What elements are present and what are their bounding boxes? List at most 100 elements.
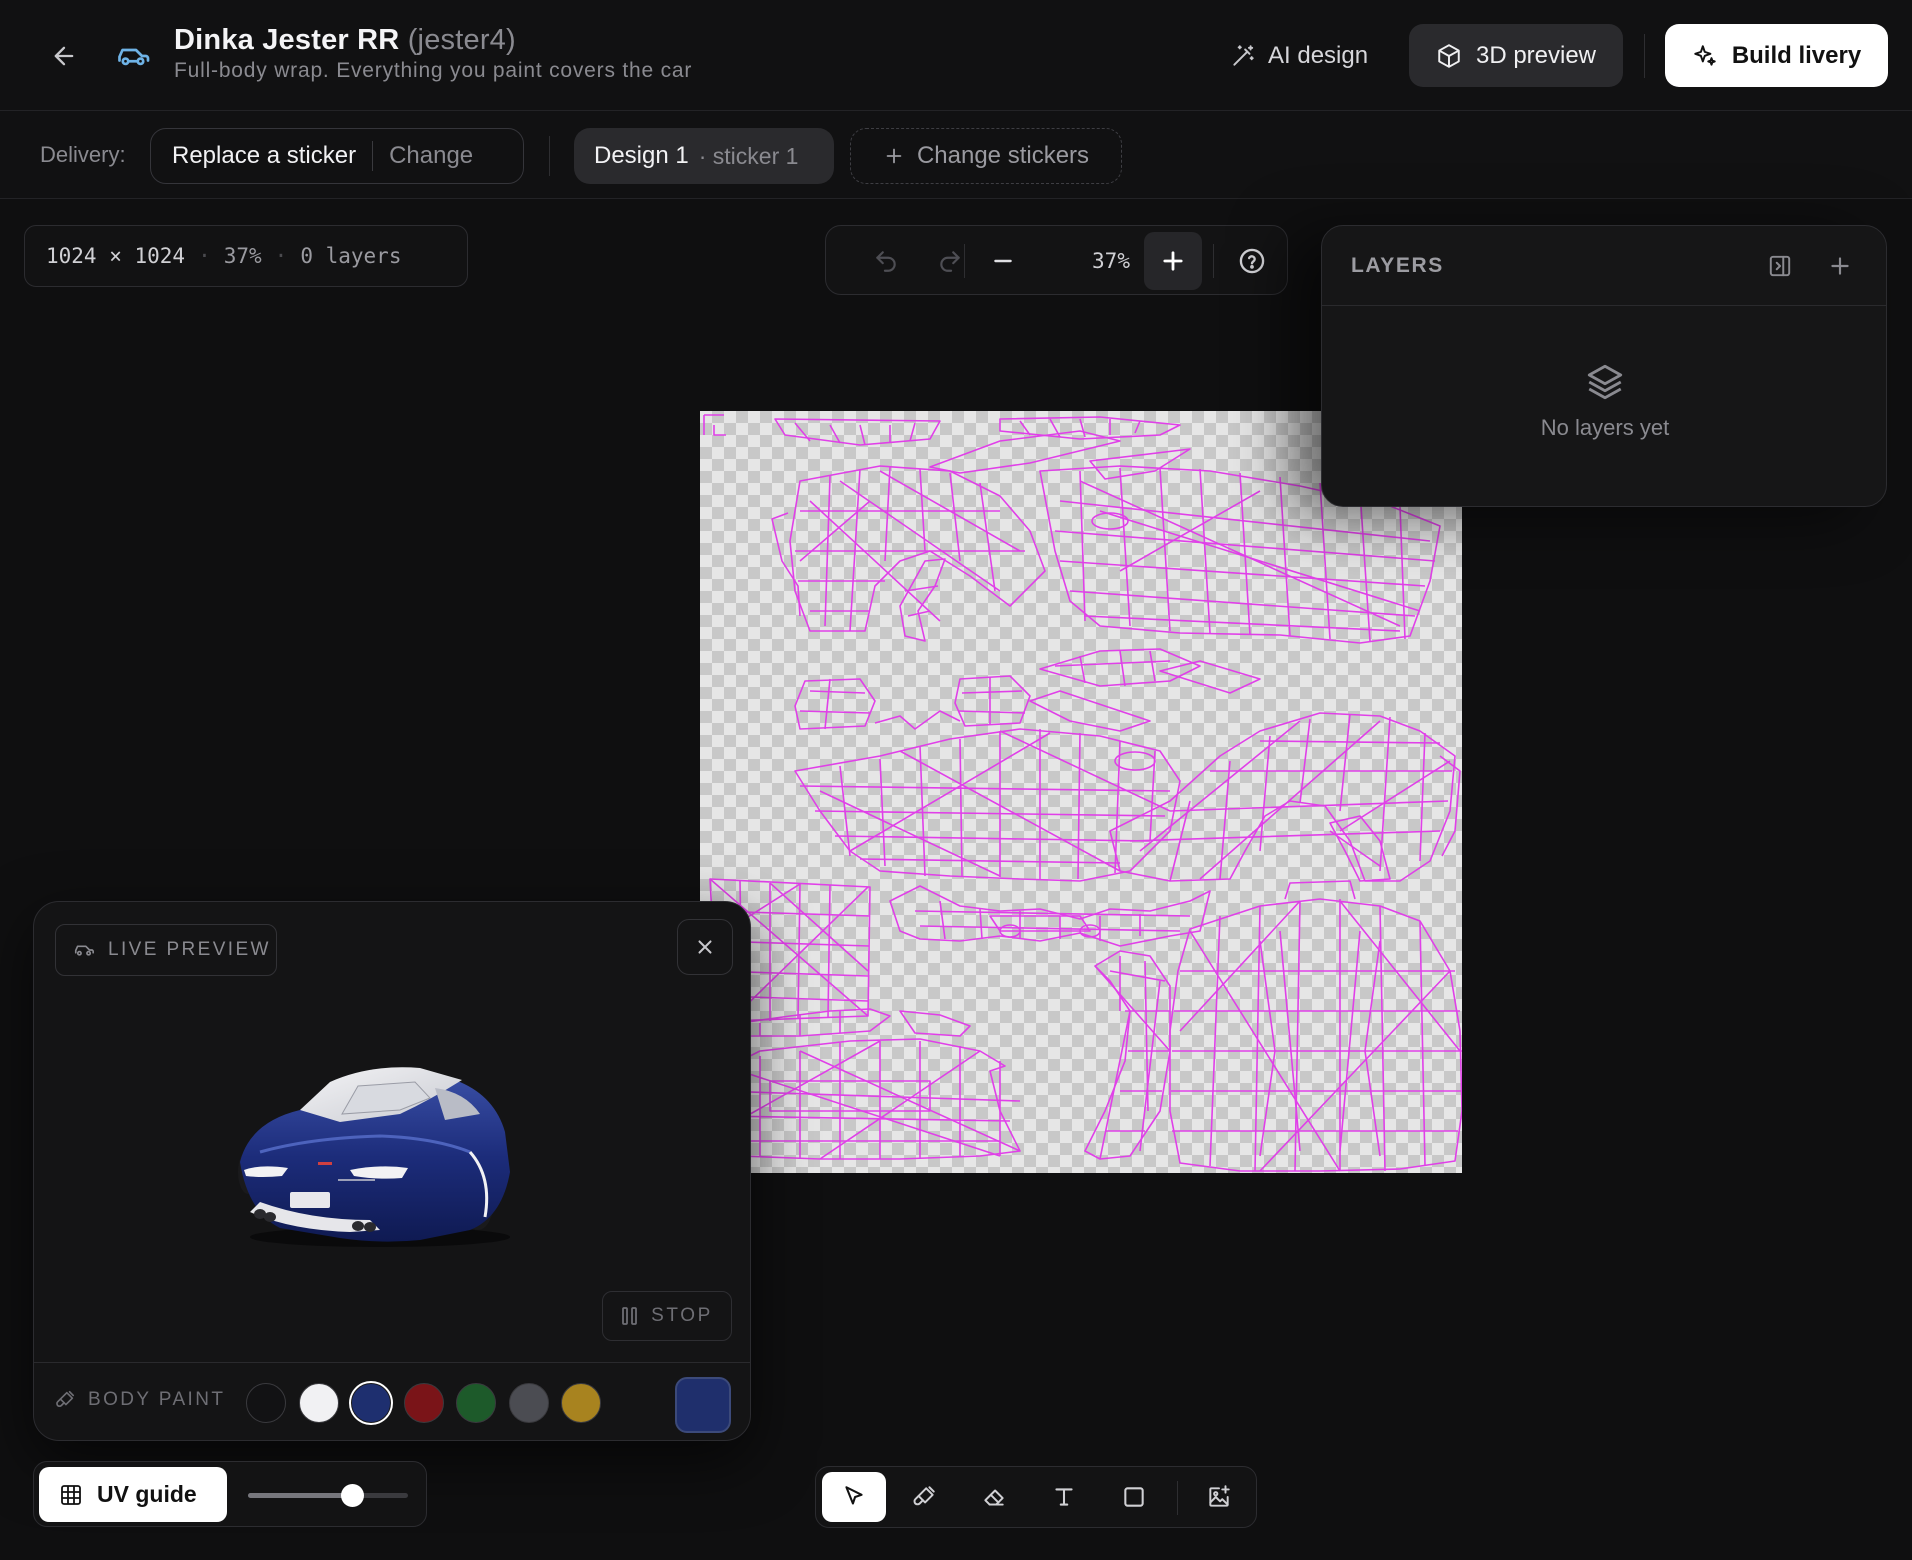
separator-dot: · [198,244,211,268]
panel-right-icon [1769,255,1791,277]
square-icon [1124,1487,1144,1507]
add-layer-button[interactable] [1822,248,1858,284]
build-livery-button[interactable]: Build livery [1665,24,1888,87]
zoom-divider [1213,244,1214,278]
delivery-selector[interactable]: Replace a sticker Change [150,128,524,184]
zoom-toolbar: 37% [825,225,1288,295]
vehicle-name: Dinka Jester RR [174,24,400,56]
layers-icon [1587,364,1623,400]
3d-preview-button[interactable]: 3D preview [1409,24,1623,87]
delivery-divider [372,141,374,171]
rectangle-tool[interactable] [1102,1472,1166,1522]
zoom-in-button[interactable] [1144,232,1202,290]
canvas-size: 1024 × 1024 [46,244,186,268]
delivery-change-link[interactable]: Change [389,142,473,170]
minus-icon [994,259,1012,263]
uv-guide-label: UV guide [97,1481,197,1507]
pointer-icon [845,1486,863,1505]
back-button[interactable] [44,36,84,76]
paintbrush-icon [56,1390,75,1408]
undo-icon [876,251,896,272]
layers-panel: LAYERS No layers yet [1321,225,1887,507]
grid-icon [61,1484,81,1505]
color-swatch[interactable] [246,1383,286,1423]
zoom-divider [964,244,965,278]
change-stickers-button[interactable]: Change stickers [850,128,1122,184]
arrow-left-icon [54,46,74,66]
plus-icon [886,148,902,164]
collapse-panel-button[interactable] [1762,248,1798,284]
image-plus-icon [1209,1485,1230,1507]
color-swatch[interactable] [508,1383,549,1423]
design-meta: · sticker 1 [698,142,799,169]
stop-label: STOP [651,1305,713,1326]
add-image-tool[interactable] [1187,1472,1251,1522]
redo-icon [940,251,960,272]
eraser-icon [984,1489,1004,1506]
slider-handle[interactable] [340,1484,364,1507]
live-preview-label: LIVE PREVIEW [108,939,271,960]
select-tool[interactable] [822,1472,886,1522]
layers-empty-text: No layers yet [1540,415,1670,440]
brush-tool[interactable] [892,1472,956,1522]
page-subtitle: Full-body wrap. Everything you paint cov… [174,59,693,82]
text-tool[interactable] [1032,1472,1096,1522]
text-icon [1055,1488,1073,1506]
uv-wireframe-image [703,414,1462,1172]
canvas-zoom: 37% [223,244,262,268]
change-stickers-label: Change stickers [916,142,1090,169]
page-title: Dinka Jester RR (jester4) [174,24,692,57]
car-3d-render[interactable] [230,1052,530,1252]
title-block: Dinka Jester RR (jester4) Full-body wrap… [174,24,692,83]
color-swatch[interactable] [351,1383,391,1423]
subbar-divider [549,136,550,176]
toolbar-divider [1177,1481,1178,1515]
header-divider [1644,34,1645,78]
live-preview-panel: LIVE PREVIEW STOP BODY PAINT [33,901,751,1441]
color-swatch[interactable] [456,1383,496,1423]
3d-preview-label: 3D preview [1475,41,1597,69]
car-icon [74,945,94,956]
redo-button[interactable] [925,236,975,286]
sparkles-icon [1694,44,1716,66]
delivery-value: Replace a sticker [172,142,357,169]
close-icon [698,940,712,954]
custom-color-picker[interactable] [675,1377,731,1433]
drawing-toolbar [815,1466,1257,1528]
color-swatch[interactable] [298,1383,339,1423]
zoom-level: 37% [1092,249,1130,273]
uv-canvas[interactable] [700,411,1462,1173]
color-swatch[interactable] [561,1383,601,1423]
layers-header: LAYERS [1322,226,1886,306]
help-circle-icon [1239,248,1265,274]
zoom-out-button[interactable] [978,236,1028,286]
ai-design-button[interactable]: AI design [1218,28,1380,84]
ai-design-label: AI design [1268,42,1369,69]
paintbrush-icon [913,1486,935,1506]
live-preview-badge: LIVE PREVIEW [55,924,277,976]
layers-count: 0 layers [300,244,402,268]
uv-guide-toggle[interactable]: UV guide [39,1467,227,1522]
canvas-info: 1024 × 1024 · 37% · 0 layers [24,225,468,287]
eraser-tool[interactable] [962,1472,1026,1522]
top-header: Dinka Jester RR (jester4) Full-body wrap… [0,0,1912,111]
separator-dot: · [274,244,288,268]
design-tab[interactable]: Design 1 · sticker 1 [574,128,834,184]
plus-icon [1831,257,1849,275]
car-icon [114,38,152,74]
color-swatch[interactable] [403,1383,444,1423]
cube-icon [1438,43,1460,68]
magic-wand-icon [1233,45,1254,66]
undo-button[interactable] [861,236,911,286]
help-button[interactable] [1227,236,1277,286]
layers-empty-state: No layers yet [1322,361,1888,441]
slider-fill [248,1493,352,1498]
design-name: Design 1 [594,142,689,169]
pause-icon [622,1307,637,1325]
layers-title: LAYERS [1351,254,1444,277]
body-paint-label: BODY PAINT [54,1389,225,1411]
close-preview-button[interactable] [677,919,733,975]
stop-rotation-button[interactable]: STOP [602,1291,732,1341]
delivery-label: Delivery: [40,142,126,167]
uv-opacity-slider[interactable] [248,1484,408,1507]
